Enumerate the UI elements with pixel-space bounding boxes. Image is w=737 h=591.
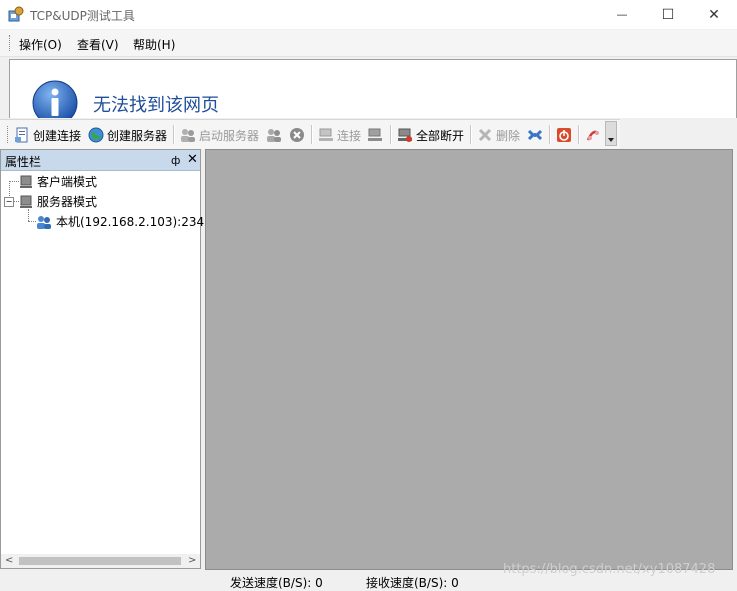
toolbar-separator [578,125,580,144]
network-disconnect-icon [368,128,382,141]
disconnect-all-icon [398,128,412,142]
power-button[interactable] [556,126,572,144]
maximize-button[interactable]: ☐ [645,0,691,29]
computer-icon [20,175,32,188]
receive-speed-status: 接收速度(B/S): 0 [366,576,459,590]
toolbar-separator [549,125,551,144]
disconnect-all-button[interactable]: 全部断开 [397,126,464,144]
about-button[interactable] [585,126,601,144]
menu-grip[interactable] [9,35,13,51]
users-icon [37,215,51,229]
watermark: https://blog.csdn.net/xy1087428 [503,562,716,577]
tools-icon [527,129,543,141]
web-browser-view[interactable]: 无法找到该网页 [9,59,737,118]
tree-line [28,209,29,221]
info-icon [32,80,78,118]
create-server-button[interactable]: 创建服务器 [88,126,167,144]
users-icon [181,129,195,142]
menu-view[interactable]: 查看(V) [77,36,119,53]
scroll-left-icon[interactable]: < [5,555,13,566]
minimize-button[interactable]: — [599,0,645,29]
minimize-icon: — [616,8,628,21]
delete-button[interactable]: 删除 [477,126,520,144]
horizontal-scrollbar[interactable]: < > [1,554,200,568]
send-speed-status: 发送速度(B/S): 0 [230,576,323,590]
panel-header: 属性栏 ф ✕ [1,150,200,171]
tree-item-client-mode[interactable]: 客户端模式 [19,173,97,190]
tools-button[interactable] [527,126,543,144]
document-icon [15,127,28,143]
toolbar-overflow-button[interactable] [605,121,617,146]
connect-label: 连接 [337,128,362,143]
globe-icon [88,127,104,143]
tree-item-label: 本机(192.168.2.103):2347 [56,215,212,229]
collapse-icon: − [5,197,13,206]
start-server-label: 启动服务器 [199,128,260,143]
menu-help[interactable]: 帮助(H) [133,36,175,53]
users-stop-icon [267,129,281,142]
close-icon: ✕ [708,6,720,23]
menu-bar: 操作(O) 查看(V) 帮助(H) [0,30,737,57]
toolbar-grip[interactable] [7,126,11,143]
panel-close-icon[interactable]: ✕ [187,152,198,167]
toolbar-separator [390,125,392,144]
pin-icon[interactable]: ф [171,154,180,167]
help-plug-icon [586,130,599,141]
cancel-circle-icon [290,128,304,142]
delete-x-icon [478,128,492,142]
panel-title: 属性栏 [5,155,42,169]
chevron-down-icon [608,138,614,142]
maximize-icon: ☐ [661,6,675,23]
toolbar-separator [311,125,313,144]
tree-expander[interactable]: − [4,197,14,207]
create-server-label: 创建服务器 [107,128,168,143]
toolbar-separator [470,125,472,144]
connect-button[interactable]: 连接 [318,126,361,144]
start-server-button[interactable]: 启动服务器 [180,126,259,144]
stop-server-button[interactable] [266,126,282,144]
tree-item-server-mode[interactable]: 服务器模式 [19,193,97,210]
tree-line [28,221,36,222]
title-bar[interactable]: TCP&UDP测试工具 — ☐ ✕ [0,0,737,29]
scroll-right-icon[interactable]: > [188,555,196,566]
disconnect-button[interactable] [367,126,383,144]
menu-operate[interactable]: 操作(O) [19,36,62,53]
toolbar-separator [173,125,175,144]
create-connection-button[interactable]: 创建连接 [14,126,81,144]
tree-item-label: 服务器模式 [37,195,98,209]
network-icon [319,128,333,141]
property-panel: 属性栏 ф ✕ − 客户端模式 服务器模式 本机(192.168.2.103):… [0,149,212,569]
close-button[interactable]: ✕ [691,0,737,29]
tree-line [9,181,19,182]
disconnect-all-label: 全部断开 [416,128,465,143]
window-title: TCP&UDP测试工具 [30,9,135,23]
computer-icon [20,195,32,208]
cancel-button[interactable] [289,126,305,144]
delete-label: 删除 [496,128,521,143]
scrollbar-thumb[interactable] [19,557,181,565]
create-connection-label: 创建连接 [33,128,82,143]
power-icon [557,128,571,142]
page-not-found-message: 无法找到该网页 [93,95,219,116]
toolbar: 创建连接 创建服务器 启动服务器 连接 全部断开 删除 [0,119,620,149]
tree-item-local-server[interactable]: 本机(192.168.2.103):2347 [36,213,212,230]
tree-item-label: 客户端模式 [37,175,98,189]
mdi-workspace[interactable] [205,149,733,570]
app-icon [8,6,24,22]
